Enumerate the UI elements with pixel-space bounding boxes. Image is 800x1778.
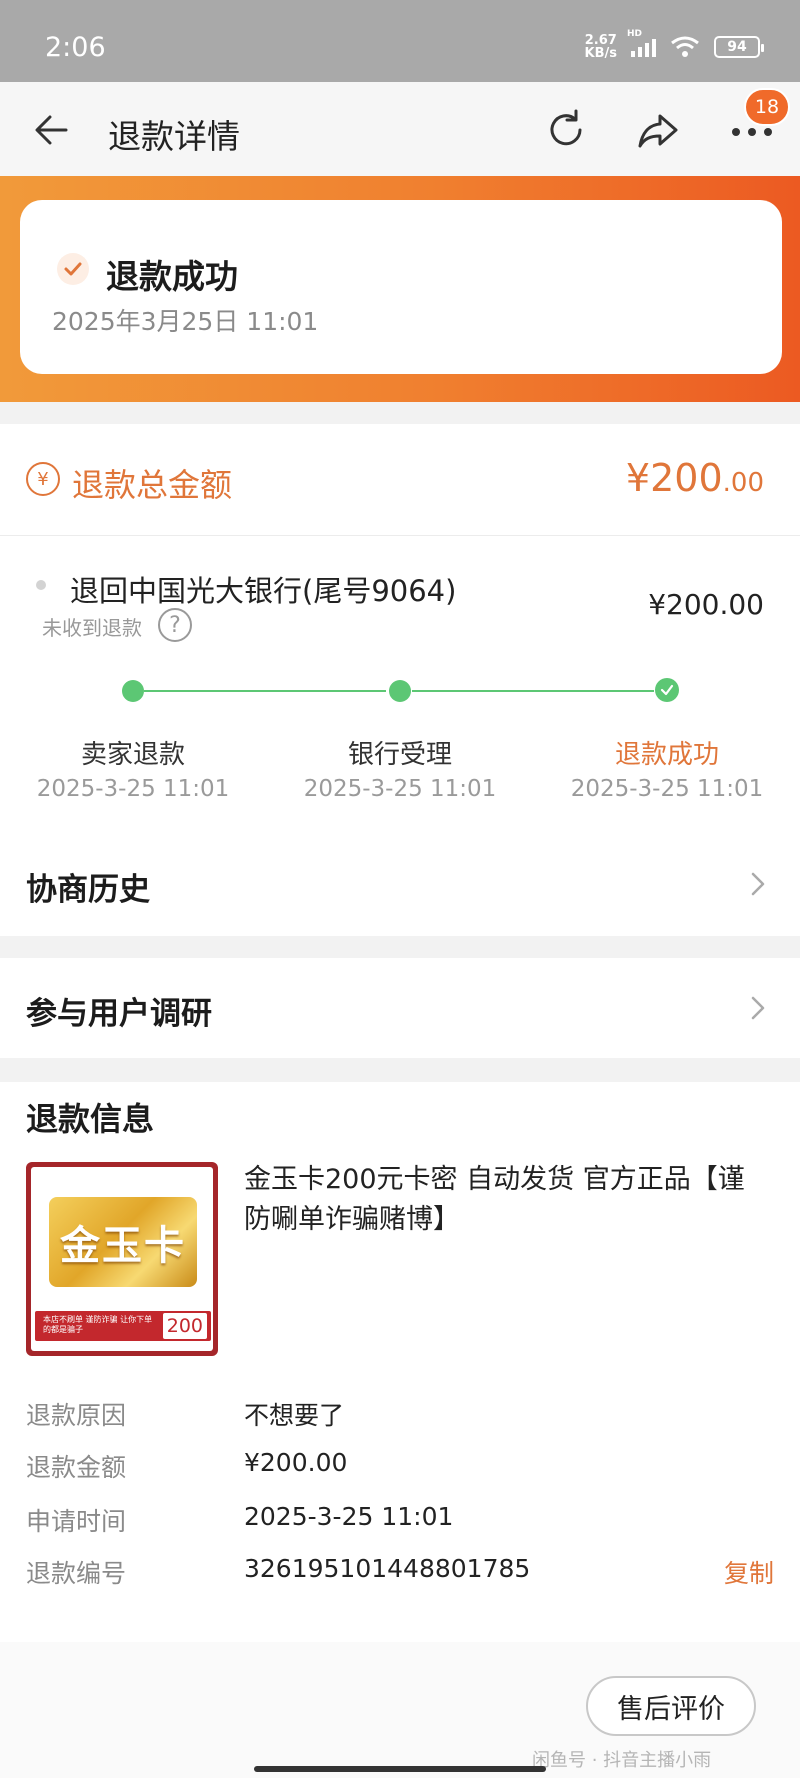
field-label: 申请时间 bbox=[26, 1507, 127, 1536]
share-icon[interactable] bbox=[634, 106, 682, 154]
progress-line bbox=[144, 690, 386, 692]
user-survey-title: 参与用户调研 bbox=[26, 996, 212, 1032]
refund-total-section: ¥ 退款总金额 ¥200.00 bbox=[0, 424, 800, 536]
progress-dot bbox=[389, 680, 411, 702]
apply-time: 2025-3-25 11:01 bbox=[244, 1502, 454, 1531]
product-image[interactable]: 金玉卡 本店不刷单 谨防诈骗 让你下单的都是骗子 200 bbox=[26, 1162, 218, 1356]
refund-status-date: 2025年3月25日 11:01 bbox=[52, 307, 319, 336]
progress-check-icon bbox=[655, 678, 679, 702]
bullet-dot bbox=[36, 580, 46, 590]
help-icon[interactable]: ? bbox=[158, 608, 192, 642]
check-icon bbox=[57, 253, 89, 285]
refund-number: 326195101448801785 bbox=[244, 1554, 531, 1583]
copy-button[interactable]: 复制 bbox=[724, 1554, 774, 1590]
not-received-link[interactable]: 未收到退款 bbox=[42, 612, 142, 641]
negotiation-history-title: 协商历史 bbox=[26, 872, 150, 908]
signal-icon: HD bbox=[627, 29, 656, 57]
product-image-strip: 本店不刷单 谨防诈骗 让你下单的都是骗子 200 bbox=[35, 1311, 211, 1341]
field-label: 退款原因 bbox=[26, 1401, 127, 1430]
status-indicators: 2.67 KB/s HD 94 bbox=[584, 29, 764, 61]
network-speed: 2.67 KB/s bbox=[584, 33, 617, 61]
status-banner: 退款成功 2025年3月25日 11:01 bbox=[0, 176, 800, 402]
progress-line bbox=[412, 690, 654, 692]
refund-destination-amount: ¥200.00 bbox=[648, 588, 764, 621]
refund-total-label: 退款总金额 bbox=[72, 466, 233, 504]
step-time: 2025-3-25 11:01 bbox=[570, 776, 764, 802]
yuan-icon: ¥ bbox=[26, 462, 60, 496]
refund-info-heading: 退款信息 bbox=[26, 1100, 155, 1138]
refund-destination: 退回中国光大银行(尾号9064) bbox=[70, 574, 457, 608]
chevron-right-icon bbox=[751, 872, 765, 896]
battery-icon: 94 bbox=[714, 36, 764, 58]
step-label: 银行受理 bbox=[347, 740, 452, 770]
chevron-right-icon bbox=[751, 996, 765, 1020]
user-survey-row[interactable]: 参与用户调研 bbox=[0, 958, 800, 1058]
notification-badge: 18 bbox=[744, 88, 790, 126]
step-label: 卖家退款 bbox=[80, 740, 185, 770]
progress-dot bbox=[122, 680, 144, 702]
negotiation-history-row[interactable]: 协商历史 bbox=[0, 834, 800, 934]
product-title[interactable]: 金玉卡200元卡密 自动发货 官方正品【谨防唰单诈骗赌博】 bbox=[244, 1160, 764, 1240]
product-card-graphic: 金玉卡 bbox=[49, 1197, 197, 1287]
refund-reason: 不想要了 bbox=[244, 1401, 345, 1430]
after-sale-review-button[interactable]: 售后评价 bbox=[586, 1676, 756, 1736]
home-indicator[interactable] bbox=[254, 1766, 546, 1772]
status-card: 退款成功 2025年3月25日 11:01 bbox=[20, 200, 782, 374]
wifi-icon bbox=[671, 36, 699, 57]
field-label: 退款编号 bbox=[26, 1559, 127, 1588]
back-arrow-icon[interactable] bbox=[30, 108, 74, 152]
status-bar: 2:06 2.67 KB/s HD 94 bbox=[0, 0, 800, 82]
refund-amount: ¥200.00 bbox=[244, 1448, 348, 1477]
nav-bar: 退款详情 18 bbox=[0, 82, 800, 178]
page-title: 退款详情 bbox=[108, 117, 240, 156]
watermark: 闲鱼号 · 抖音主播小雨 bbox=[532, 1750, 712, 1771]
step-time: 2025-3-25 11:01 bbox=[303, 776, 497, 802]
refund-total-amount: ¥200.00 bbox=[625, 456, 764, 500]
refund-info-section: 退款信息 金玉卡 本店不刷单 谨防诈骗 让你下单的都是骗子 200 金玉卡200… bbox=[0, 1082, 800, 1642]
field-label: 退款金额 bbox=[26, 1453, 127, 1482]
step-time: 2025-3-25 11:01 bbox=[36, 776, 230, 802]
step-label: 退款成功 bbox=[614, 740, 719, 770]
status-time: 2:06 bbox=[45, 32, 106, 63]
refund-status: 退款成功 bbox=[106, 257, 238, 296]
bottom-bar: 售后评价 闲鱼号 · 抖音主播小雨 bbox=[0, 1642, 800, 1778]
refresh-icon[interactable] bbox=[542, 106, 590, 154]
